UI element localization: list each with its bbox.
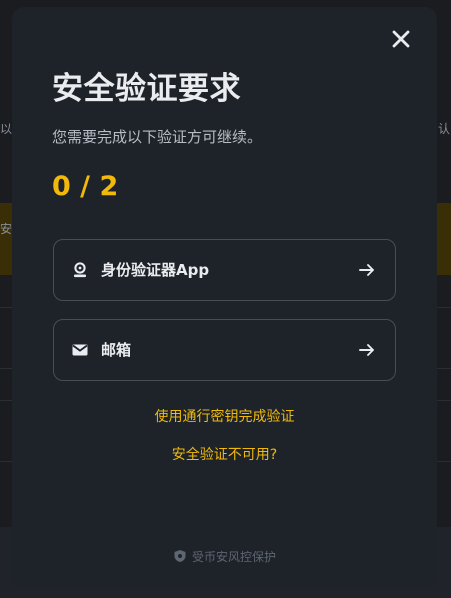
mail-icon (71, 341, 89, 359)
arrow-right-icon (357, 340, 377, 360)
email-option[interactable]: 邮箱 (53, 319, 396, 381)
authenticator-app-option[interactable]: 身份验证器App (53, 239, 396, 301)
background-text-right: 认 (438, 122, 451, 136)
passkey-verification-link[interactable]: 使用通行密钥完成验证 (12, 407, 437, 427)
security-verification-modal: 安全验证要求 您需要完成以下验证方可继续。 0 / 2 身份验证器App 邮箱 (12, 7, 437, 587)
close-button[interactable] (389, 27, 413, 51)
risk-control-footer: 受币安风控保护 (12, 548, 437, 566)
close-icon (392, 30, 410, 48)
verification-progress: 0 / 2 (52, 171, 119, 202)
modal-title: 安全验证要求 (52, 71, 241, 107)
background-text-banner: 安 (0, 222, 13, 236)
arrow-right-icon (357, 260, 377, 280)
shield-icon (173, 549, 187, 563)
email-label: 邮箱 (101, 341, 132, 359)
verification-unavailable-link[interactable]: 安全验证不可用? (12, 445, 437, 465)
authenticator-app-label: 身份验证器App (101, 261, 210, 279)
footer-text: 受币安风控保护 (191, 550, 276, 564)
background-text-left: 以 (0, 122, 13, 136)
authenticator-icon (71, 261, 89, 279)
modal-subtitle: 您需要完成以下验证方可继续。 (52, 128, 263, 146)
